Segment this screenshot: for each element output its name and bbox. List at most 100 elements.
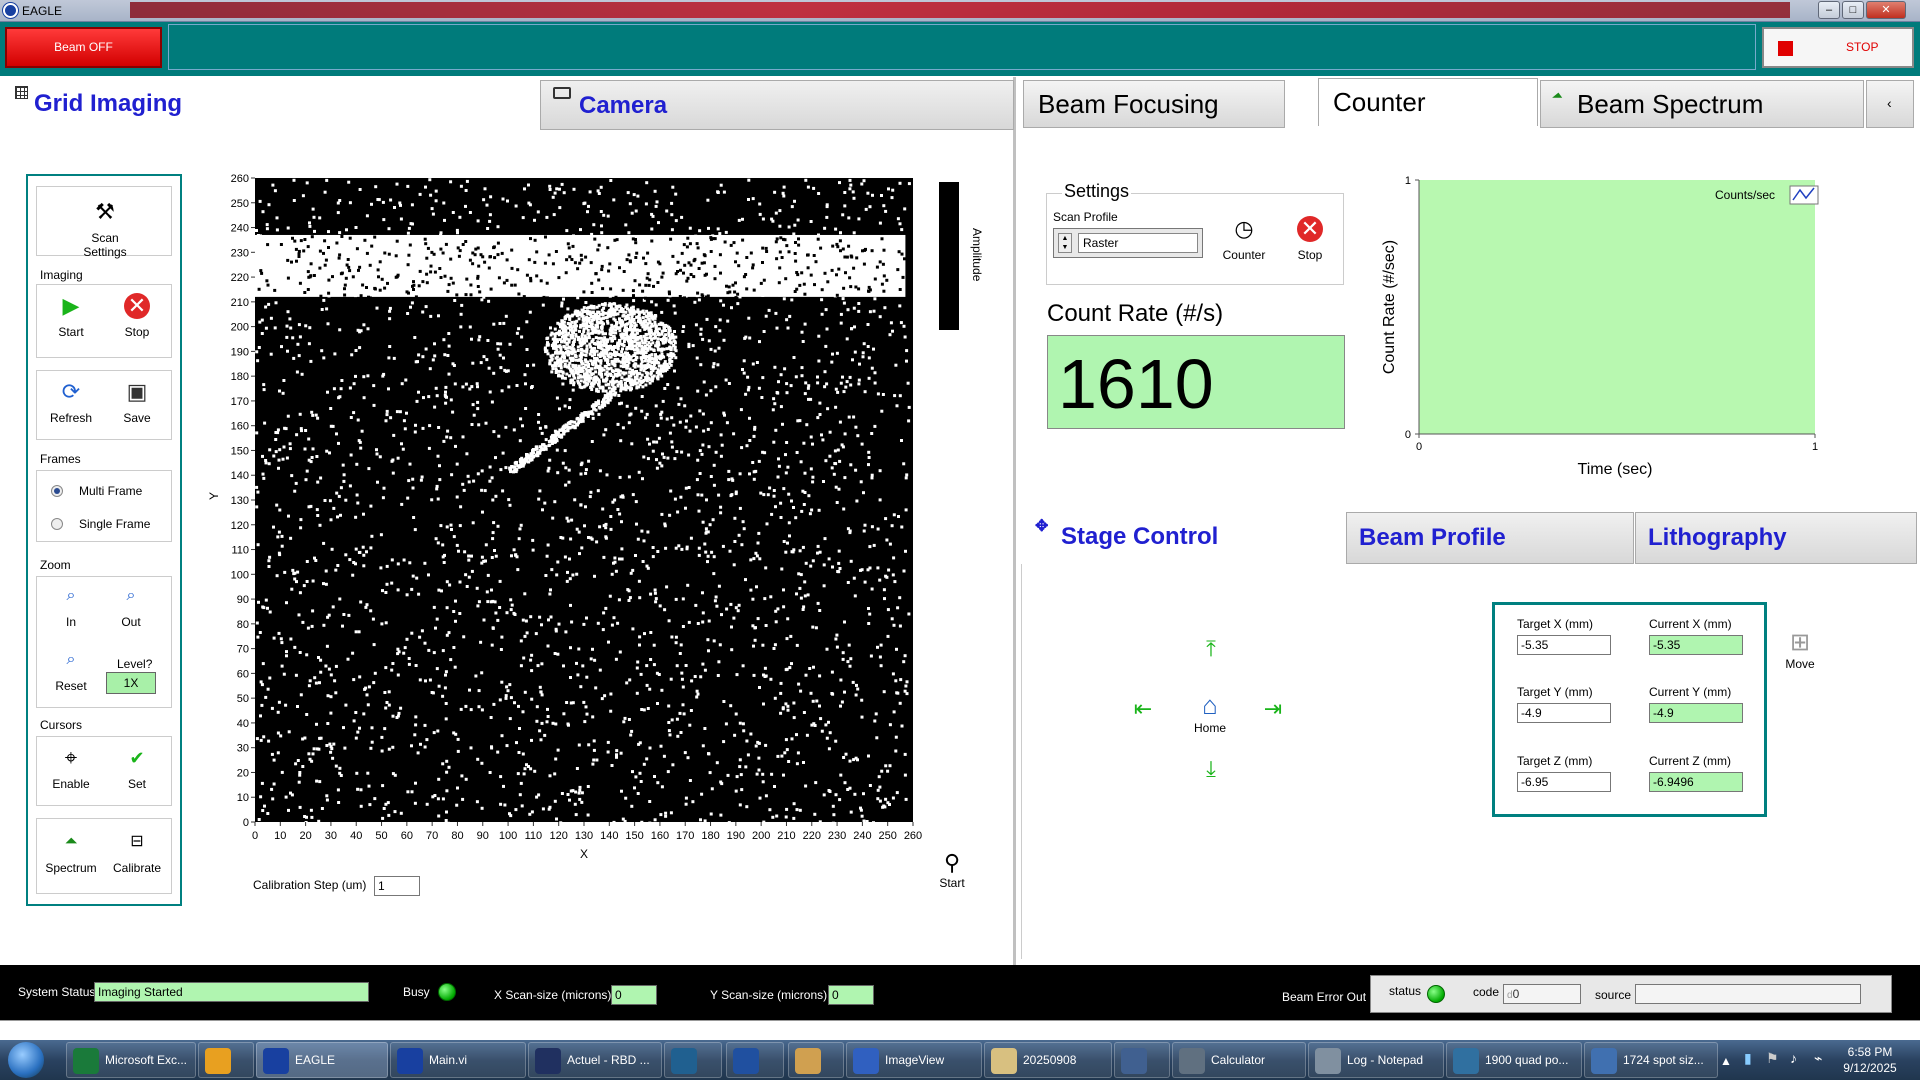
- close-button[interactable]: ✕: [1866, 1, 1906, 19]
- stop-label: STOP: [1846, 40, 1879, 54]
- y-tick-label: 100: [231, 569, 249, 581]
- calibration-step-input[interactable]: 1: [374, 876, 420, 896]
- zoom-reset-button[interactable]: ⌕ Reset: [39, 647, 103, 693]
- taskbar-item[interactable]: 20250908: [984, 1042, 1112, 1078]
- arrow-left-icon[interactable]: ⇤: [1132, 698, 1154, 720]
- taskbar-item[interactable]: [1114, 1042, 1170, 1078]
- maximize-button[interactable]: □: [1842, 1, 1864, 19]
- grid-image-plot[interactable]: 0102030405060708090100110120130140150160…: [190, 170, 960, 870]
- power-icon[interactable]: ⌁: [1814, 1050, 1822, 1067]
- toolbar-spacer: [168, 24, 1756, 70]
- zoom-in-button[interactable]: ⌕ In: [39, 583, 103, 629]
- grid-icon: [15, 86, 28, 99]
- zoom-out-button[interactable]: ⌕ Out: [99, 583, 163, 629]
- arrow-up-icon[interactable]: ⤒: [1200, 638, 1222, 660]
- imaging-stop-button[interactable]: ✕ Stop: [105, 293, 169, 339]
- x-tick-label: 80: [451, 830, 463, 842]
- arrow-down-icon[interactable]: ⤓: [1200, 758, 1222, 780]
- x-scan-size-label: X Scan-size (microns): [494, 988, 612, 1002]
- target-z-input[interactable]: -6.95: [1517, 772, 1611, 792]
- tray-expand-icon[interactable]: ▲: [1720, 1054, 1732, 1068]
- start-button[interactable]: [8, 1042, 44, 1078]
- tab-scroll-button[interactable]: ‹: [1866, 80, 1914, 128]
- system-status-label: System Status: [18, 985, 96, 999]
- start-button[interactable]: ▶ Start: [39, 293, 103, 339]
- calibrate-button[interactable]: ⊟ Calibrate: [105, 829, 169, 875]
- target-x-label: Target X (mm): [1517, 617, 1594, 631]
- tab-stage-control[interactable]: ✥ Stage Control: [1023, 512, 1345, 564]
- stage-pane: [1021, 564, 1920, 959]
- count-rate-chart[interactable]: 0 1 0 1 Time (sec) Count Rate (#/sec) Count…: [1380, 170, 1840, 490]
- taskbar-clock[interactable]: 6:58 PM 9/12/2025: [1838, 1044, 1902, 1076]
- stop-button[interactable]: STOP: [1762, 27, 1914, 68]
- y-axis: 0 10 20 30 40 50 60 70 80 90 100 110 120 130 140 150 160…: [231, 173, 255, 829]
- y-tick-label: 120: [231, 520, 249, 532]
- network-icon[interactable]: ▮: [1744, 1050, 1752, 1067]
- cursor-enable-button[interactable]: ⌖ Enable: [39, 745, 103, 791]
- taskbar-item[interactable]: [788, 1042, 844, 1078]
- x-tick-label: 170: [676, 830, 694, 842]
- spectrum-button[interactable]: ⏶ Spectrum: [39, 829, 103, 875]
- taskbar-item[interactable]: 1900 quad po...: [1446, 1042, 1582, 1078]
- counter-stop-button[interactable]: ✕ Stop: [1278, 216, 1342, 262]
- taskbar-item[interactable]: Microsoft Exc...: [66, 1042, 196, 1078]
- clock-icon: ◷: [1234, 216, 1254, 241]
- move-button[interactable]: ⊞ Move: [1778, 628, 1822, 671]
- cursors-label: Cursors: [40, 718, 83, 732]
- tab-beam-spectrum[interactable]: Beam Spectrum ⏶: [1540, 80, 1864, 128]
- taskbar-item[interactable]: Log - Notepad: [1308, 1042, 1444, 1078]
- window-titlebar[interactable]: [0, 0, 1920, 22]
- taskbar-item[interactable]: [726, 1042, 784, 1078]
- taskbar-item[interactable]: [198, 1042, 254, 1078]
- volume-icon[interactable]: ♪: [1790, 1050, 1797, 1066]
- spinner-icon[interactable]: ▲ ▼: [1058, 233, 1072, 253]
- save-button[interactable]: ▣ Save: [105, 379, 169, 425]
- arrow-right-icon[interactable]: ⇥: [1262, 698, 1284, 720]
- tab-lithography[interactable]: Lithography: [1635, 512, 1917, 564]
- system-status-value: Imaging Started: [94, 982, 369, 1002]
- zoom-level-field[interactable]: 1X: [106, 672, 156, 694]
- tab-camera[interactable]: Camera: [540, 80, 1014, 130]
- tab-grid-imaging[interactable]: Grid Imaging: [0, 80, 538, 130]
- tab-beam-profile[interactable]: Beam Profile: [1346, 512, 1634, 564]
- taskbar-item[interactable]: Actuel - RBD ...: [528, 1042, 662, 1078]
- home-button[interactable]: ⌂ Home: [1188, 690, 1232, 735]
- refresh-button[interactable]: ⟳ Refresh: [39, 379, 103, 425]
- scan-profile-select[interactable]: ▲ ▼ Raster: [1053, 228, 1203, 258]
- app-icon: [263, 1048, 289, 1074]
- taskbar-item[interactable]: Calculator: [1172, 1042, 1306, 1078]
- taskbar-item[interactable]: Main.vi: [390, 1042, 526, 1078]
- flag-icon[interactable]: ⚑: [1766, 1050, 1779, 1067]
- horizontal-scrollbar[interactable]: [0, 1020, 1920, 1040]
- tab-beam-focusing[interactable]: Beam Focusing: [1023, 80, 1285, 128]
- y-tick-label: 170: [231, 396, 249, 408]
- tab-counter[interactable]: Counter: [1318, 78, 1538, 126]
- minimize-button[interactable]: –: [1818, 1, 1840, 19]
- target-x-input[interactable]: -5.35: [1517, 635, 1611, 655]
- tools-icon: ⚒: [95, 199, 115, 224]
- calibration-start-button[interactable]: ⚲ Start: [930, 850, 974, 890]
- beam-off-button[interactable]: Beam OFF: [5, 27, 162, 68]
- taskbar-item[interactable]: [664, 1042, 722, 1078]
- taskbar-item[interactable]: EAGLE: [256, 1042, 388, 1078]
- busy-led: [438, 983, 456, 1001]
- scan-settings-button[interactable]: ⚒ Scan Settings: [36, 186, 172, 259]
- y-scan-size-input[interactable]: 0: [828, 985, 874, 1005]
- x-scan-size-input[interactable]: 0: [611, 985, 657, 1005]
- scan-profile-label: Scan Profile: [1053, 210, 1118, 224]
- cursor-set-button[interactable]: ✔ Set: [105, 745, 169, 791]
- taskbar-item-label: 1900 quad po...: [1485, 1053, 1569, 1067]
- counter-button[interactable]: ◷ Counter: [1212, 216, 1276, 262]
- y-tick-label: 160: [231, 421, 249, 433]
- multi-frame-radio[interactable]: [51, 485, 63, 497]
- taskbar-item[interactable]: 1724 spot siz...: [1584, 1042, 1718, 1078]
- taskbar-item[interactable]: ImageView: [846, 1042, 982, 1078]
- spectrum-tab-icon: ⏶: [1551, 87, 1563, 103]
- target-y-input[interactable]: -4.9: [1517, 703, 1611, 723]
- single-frame-radio[interactable]: [51, 518, 63, 530]
- y-tick-label: 240: [231, 223, 249, 235]
- x-tick-label: 110: [525, 830, 543, 842]
- colorbar: [939, 182, 959, 330]
- taskbar-item-label: Main.vi: [429, 1053, 468, 1067]
- magnifier-minus-icon: ⌕: [126, 587, 136, 604]
